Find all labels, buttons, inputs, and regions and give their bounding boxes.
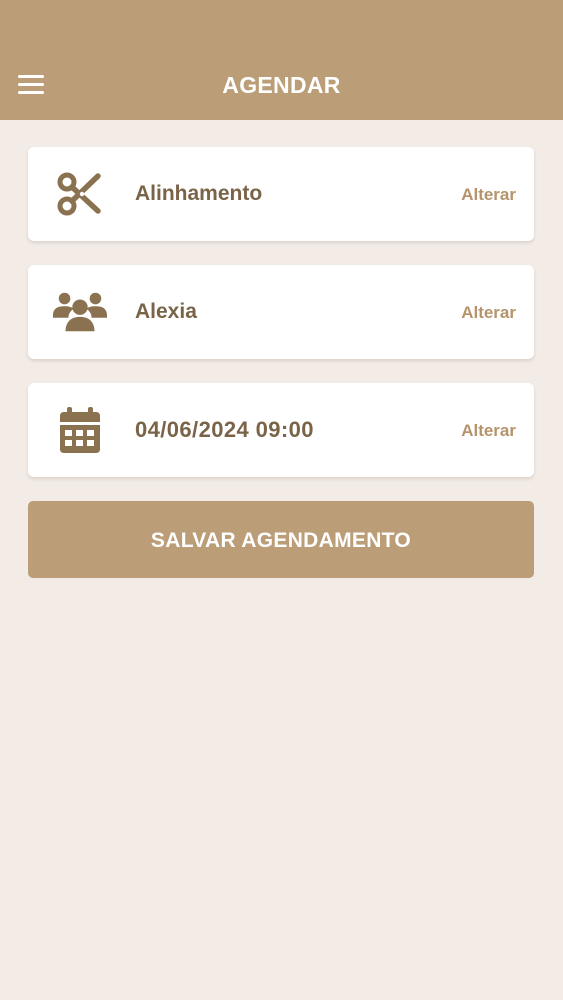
save-appointment-button[interactable]: SALVAR AGENDAMENTO — [28, 501, 534, 578]
change-service-button[interactable]: Alterar — [461, 147, 516, 241]
users-icon — [52, 288, 108, 336]
calendar-icon — [52, 406, 108, 454]
page-title: AGENDAR — [222, 72, 341, 98]
change-datetime-button[interactable]: Alterar — [461, 383, 516, 477]
scissors-icon — [52, 170, 108, 218]
change-professional-button[interactable]: Alterar — [461, 265, 516, 359]
datetime-label: 04/06/2024 09:00 — [135, 417, 314, 442]
app-header: AGENDAR — [0, 0, 563, 120]
professional-label: Alexia — [135, 300, 197, 323]
datetime-card[interactable]: 04/06/2024 09:00 Alterar — [28, 383, 534, 477]
service-card[interactable]: Alinhamento Alterar — [28, 147, 534, 241]
professional-card[interactable]: Alexia Alterar — [28, 265, 534, 359]
service-label: Alinhamento — [135, 182, 263, 205]
